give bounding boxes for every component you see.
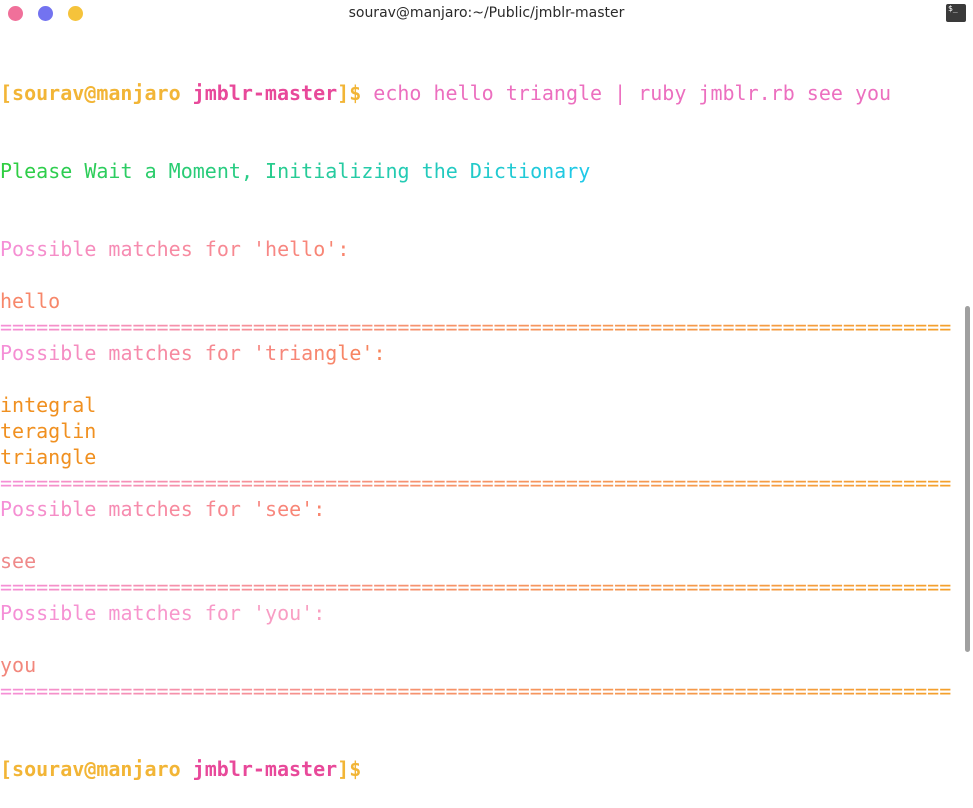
command-line: [sourav@manjaro jmblr-master]$ echo hell… [0,80,962,106]
matches-header: Possible matches for 'you': [0,601,326,625]
separator: ========================================… [0,574,962,600]
prompt-dollar: ]$ [337,757,362,781]
terminal-icon[interactable]: $_ [946,4,966,22]
matches-header: Possible matches for 'see': [0,497,326,521]
prompt-line: [sourav@manjaro jmblr-master]$ [0,756,962,782]
separator: ========================================… [0,678,962,704]
matches-header: Possible matches for 'triangle': [0,341,386,365]
match-item: hello [0,289,61,313]
match-item: you [0,653,37,677]
separator: ========================================… [0,470,962,496]
title-bar: sourav@manjaro:~/Public/jmblr-master $_ [0,0,973,28]
prompt-open-bracket: [ [0,81,13,105]
prompt-user-host: sourav@manjaro [12,81,181,105]
prompt-user-host: sourav@manjaro [12,757,181,781]
matches-header: Possible matches for 'hello': [0,237,350,261]
prompt-directory: jmblr-master [192,81,338,105]
init-message: Please Wait a Moment, Initializing the D… [0,159,591,183]
match-item: see [0,549,37,573]
prompt-directory: jmblr-master [192,757,338,781]
window-title: sourav@manjaro:~/Public/jmblr-master [348,5,625,21]
terminal-output[interactable]: [sourav@manjaro jmblr-master]$ echo hell… [0,28,962,808]
match-item: triangle [0,445,97,469]
prompt-dollar: ]$ [337,81,362,105]
scrollbar[interactable] [965,306,970,652]
match-item: integral [0,393,97,417]
match-item: teraglin [0,419,97,443]
command-text: echo hello triangle | ruby jmblr.rb see … [361,81,892,105]
prompt-open-bracket: [ [0,757,13,781]
separator: ========================================… [0,314,962,340]
